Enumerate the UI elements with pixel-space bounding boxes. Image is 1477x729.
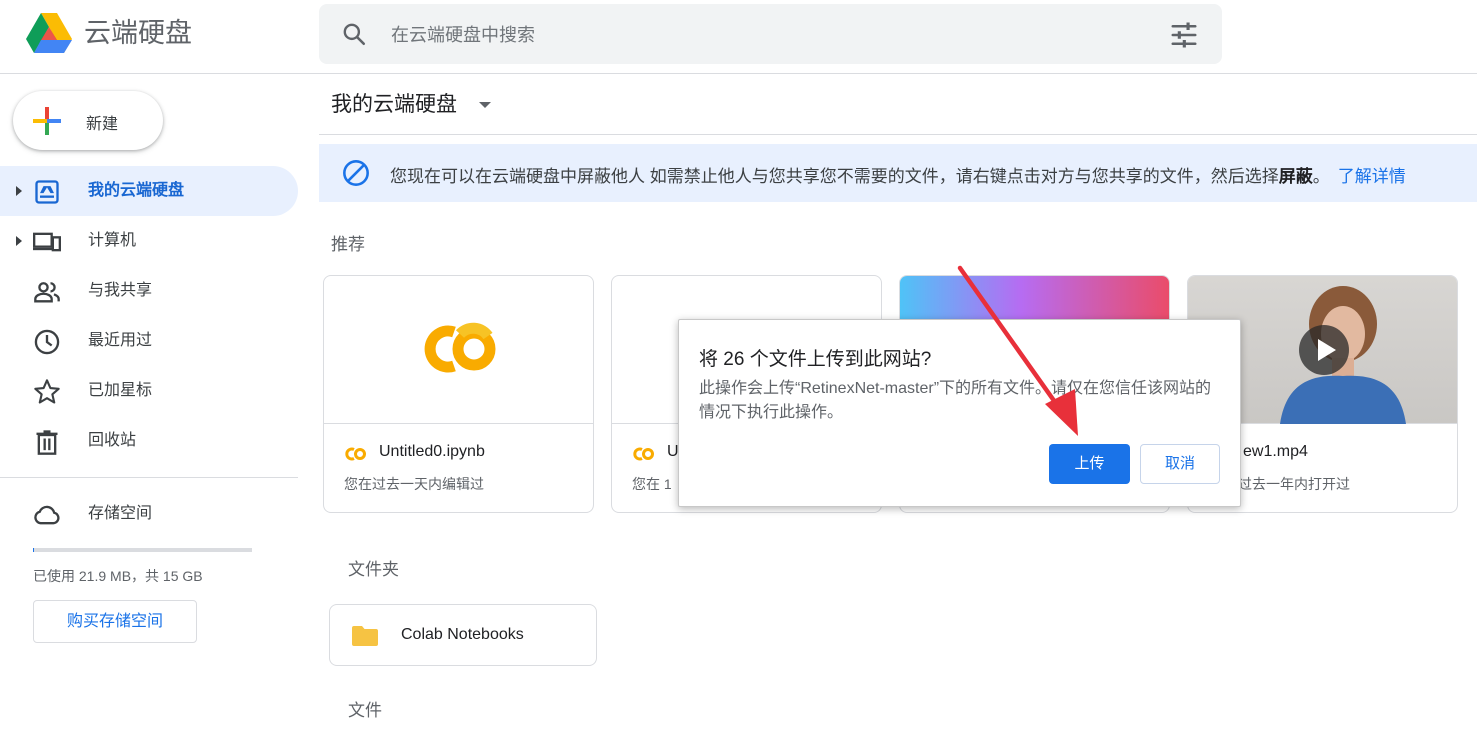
star-icon	[34, 379, 60, 404]
sidebar-item-shared-with-me[interactable]: 与我共享	[0, 266, 298, 316]
card-activity: 您在 1	[632, 476, 672, 492]
upload-confirm-dialog: 将 26 个文件上传到此网站? 此操作会上传“RetinexNet-master…	[678, 319, 1241, 507]
google-drive-logo[interactable]	[26, 13, 72, 53]
storage-used-fill	[33, 548, 34, 552]
banner-message: 您现在可以在云端硬盘中屏蔽他人 如需禁止他人与您共享您不需要的文件，请右键点击对…	[390, 167, 1279, 186]
banner-bold-word: 屏蔽	[1278, 167, 1313, 186]
app-title: 云端硬盘	[84, 18, 192, 48]
clock-icon	[34, 329, 60, 355]
tune-icon[interactable]	[1169, 20, 1199, 50]
sidebar-item-label: 回收站	[88, 432, 137, 449]
block-icon	[343, 160, 369, 186]
learn-more-link[interactable]: 了解详情	[1338, 167, 1406, 186]
colab-icon	[345, 447, 366, 461]
buy-storage-button[interactable]: 购买存储空间	[33, 600, 197, 643]
top-header: 云端硬盘	[0, 0, 1477, 74]
main-divider	[319, 134, 1477, 135]
card-activity: 您在过去一天内编辑过	[344, 476, 484, 492]
sidebar-item-storage[interactable]: 存储空间	[0, 489, 298, 539]
files-heading: 文件	[348, 701, 382, 720]
sidebar-item-recent[interactable]: 最近用过	[0, 316, 298, 366]
storage-usage-text: 已使用 21.9 MB，共 15 GB	[33, 568, 203, 584]
search-icon[interactable]	[341, 21, 367, 47]
upload-button[interactable]: 上传	[1049, 444, 1130, 484]
suggested-card[interactable]: Untitled0.ipynb 您在过去一天内编辑过	[323, 275, 594, 513]
dialog-title: 将 26 个文件上传到此网站?	[699, 349, 932, 370]
caret-right-icon[interactable]	[14, 184, 24, 198]
card-file-name: Untitled0.ipynb	[379, 443, 485, 460]
folder-name: Colab Notebooks	[401, 626, 524, 643]
computers-icon	[33, 232, 61, 252]
info-banner: 您现在可以在云端硬盘中屏蔽他人 如需禁止他人与您共享您不需要的文件，请右键点击对…	[319, 144, 1477, 202]
sidebar-item-label: 与我共享	[88, 282, 153, 299]
new-label: 新建	[86, 116, 119, 133]
play-icon[interactable]	[1298, 324, 1350, 376]
card-activity: 过去一年内打开过	[1238, 476, 1350, 492]
search-input[interactable]	[389, 14, 1153, 56]
sidebar-divider	[0, 477, 298, 478]
sidebar-item-label: 已加星标	[88, 382, 153, 399]
sidebar-item-my-drive[interactable]: 我的云端硬盘	[0, 166, 298, 216]
plus-icon	[33, 107, 61, 135]
chevron-down-icon[interactable]	[478, 101, 492, 109]
colab-icon	[633, 447, 654, 461]
page-title[interactable]: 我的云端硬盘	[331, 91, 457, 119]
colab-logo-icon	[424, 322, 496, 373]
banner-text: 您现在可以在云端硬盘中屏蔽他人 如需禁止他人与您共享您不需要的文件，请右键点击对…	[390, 162, 1406, 187]
sidebar-item-label: 我的云端硬盘	[88, 182, 185, 199]
sidebar-item-starred[interactable]: 已加星标	[0, 366, 298, 416]
folder-icon	[352, 626, 378, 646]
cloud-icon	[34, 505, 60, 525]
dialog-message: 此操作会上传“RetinexNet-master”下的所有文件。请仅在您信任该网…	[699, 380, 1212, 421]
sidebar-item-computers[interactable]: 计算机	[0, 216, 298, 266]
shared-people-icon	[34, 282, 60, 303]
folder-item[interactable]: Colab Notebooks	[329, 604, 597, 666]
search-box[interactable]	[319, 4, 1222, 64]
my-drive-icon	[35, 180, 59, 204]
sidebar-item-label: 最近用过	[88, 332, 153, 349]
cancel-button[interactable]: 取消	[1140, 444, 1220, 484]
banner-period: 。	[1312, 167, 1330, 186]
sidebar-item-label: 存储空间	[88, 505, 153, 522]
suggested-heading: 推荐	[331, 235, 365, 254]
trash-icon	[36, 430, 58, 455]
caret-right-icon[interactable]	[14, 234, 24, 248]
card-thumbnail	[324, 276, 593, 424]
card-file-name: ew1.mp4	[1243, 443, 1308, 460]
folders-heading: 文件夹	[348, 560, 399, 579]
new-button[interactable]: 新建	[13, 91, 163, 150]
sidebar-item-trash[interactable]: 回收站	[0, 416, 298, 466]
storage-progress-bar	[33, 548, 252, 552]
sidebar-item-label: 计算机	[88, 232, 137, 249]
card-file-name: U	[667, 443, 679, 460]
